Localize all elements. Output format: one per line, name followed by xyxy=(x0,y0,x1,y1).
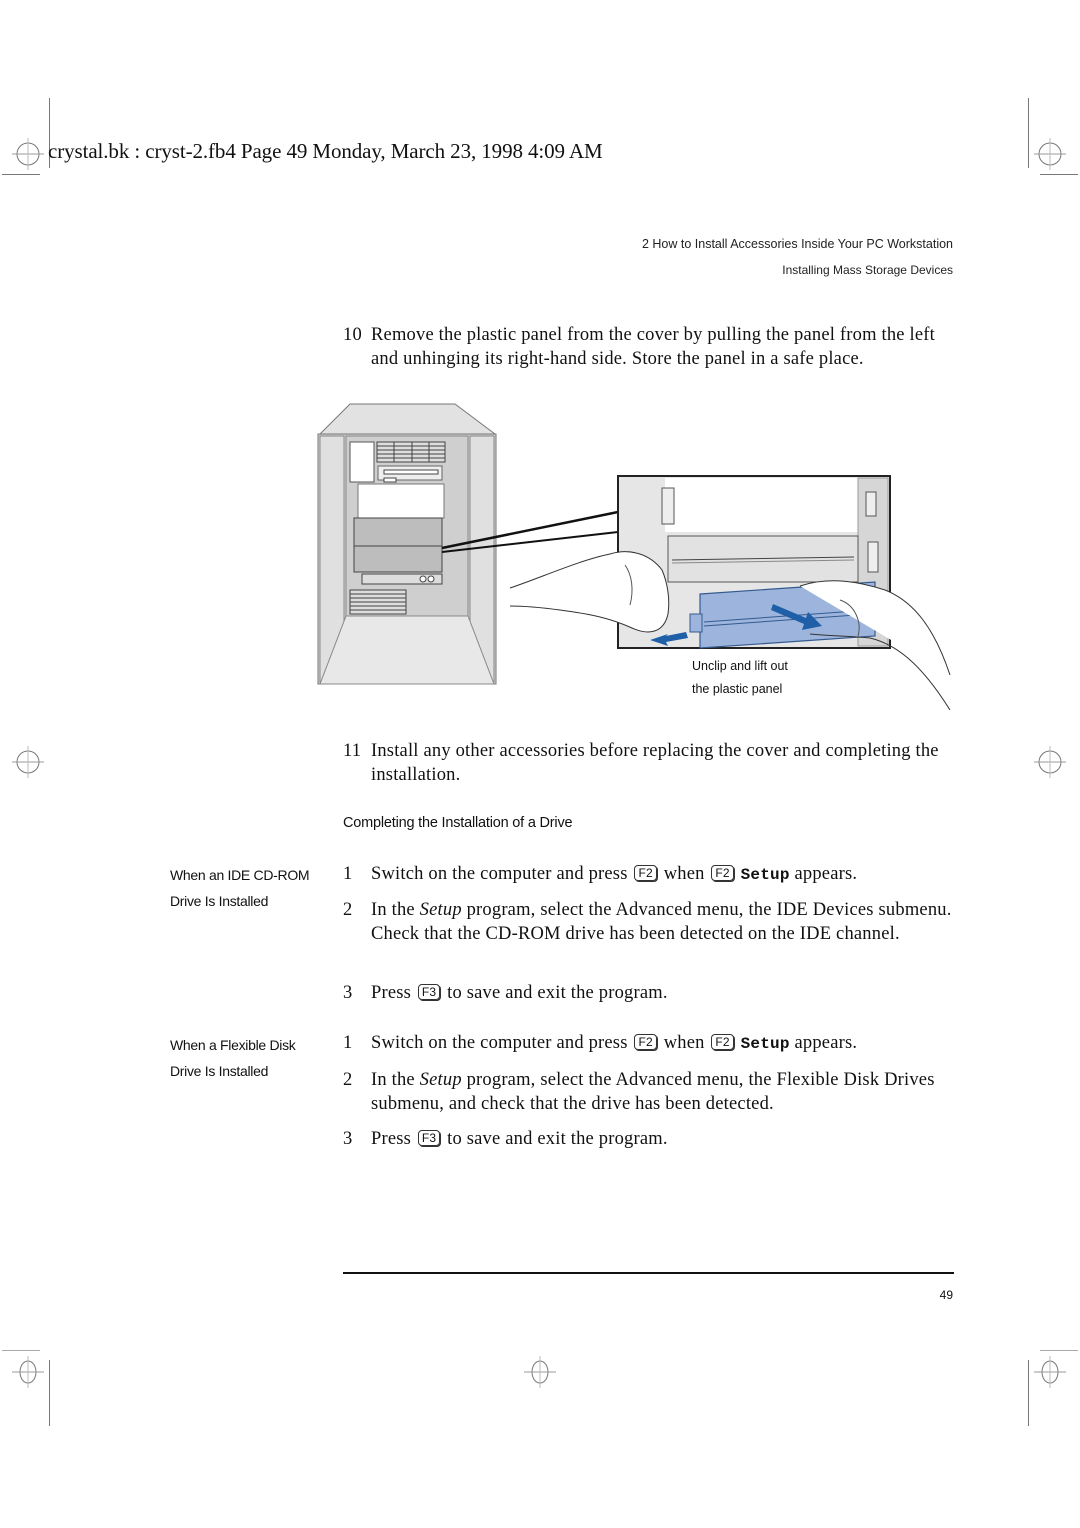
key-cap-f3: F3 xyxy=(417,1130,441,1146)
step-text: In the Setup program, select the Advance… xyxy=(371,899,958,946)
text-run: In the xyxy=(371,1070,415,1090)
step-number: 3 xyxy=(343,983,353,1003)
floppy-step-3: 3 Press F3 to save and exit the program. xyxy=(343,1128,958,1152)
crop-mark-top-right-horizontal xyxy=(1040,174,1078,175)
setup-label: Setup xyxy=(740,866,790,884)
text-run: when xyxy=(663,1033,705,1053)
text-run: appears. xyxy=(794,1033,858,1053)
step-number: 1 xyxy=(343,864,353,884)
setup-label: Setup xyxy=(740,1035,790,1053)
step-10: 10 Remove the plastic panel from the cov… xyxy=(343,324,958,371)
key-cap-f2: F2 xyxy=(634,1034,657,1050)
figure-remove-plastic-panel xyxy=(317,403,951,711)
page-number: 49 xyxy=(939,1288,953,1302)
key-cap-f2: F2 xyxy=(711,865,734,881)
step-number: 2 xyxy=(343,1070,353,1090)
crop-mark-bottom-left-horizontal xyxy=(2,1350,40,1351)
figure-caption-line1: Unclip and lift out xyxy=(692,659,788,673)
text-run: Switch on the computer and press xyxy=(371,1033,628,1053)
print-slug: crystal.bk : cryst-2.fb4 Page 49 Monday,… xyxy=(48,139,603,163)
key-cap-f2: F2 xyxy=(634,865,657,881)
side-heading-line: When an IDE CD-ROM xyxy=(170,867,310,883)
side-heading-cdrom: When an IDE CD-ROM Drive Is Installed xyxy=(170,862,330,914)
key-cap-f2: F2 xyxy=(711,1034,734,1050)
setup-italic: Setup xyxy=(419,900,462,920)
step-number: 2 xyxy=(343,900,353,920)
registration-mark-mid-right-icon xyxy=(1034,746,1066,778)
figure-caption-line2: the plastic panel xyxy=(692,682,783,696)
step-number: 11 xyxy=(343,741,362,761)
step-text: Switch on the computer and press F2 when… xyxy=(371,1032,958,1057)
side-heading-line: Drive Is Installed xyxy=(170,893,269,909)
text-run: Press xyxy=(371,983,412,1003)
text-run: Switch on the computer and press xyxy=(371,864,628,884)
step-number: 1 xyxy=(343,1033,353,1053)
crop-mark-bottom-right-horizontal xyxy=(1040,1350,1078,1351)
crop-mark-top-left-horizontal xyxy=(2,174,40,175)
step-text: Press F3 to save and exit the program. xyxy=(371,1128,958,1152)
crop-mark-bottom-left-vertical xyxy=(49,1360,50,1426)
step-number: 3 xyxy=(343,1129,353,1149)
registration-mark-bottom-left-icon xyxy=(12,1356,44,1388)
footer-rule xyxy=(343,1272,954,1274)
step-11: 11 Install any other accessories before … xyxy=(343,740,958,787)
side-heading-floppy: When a Flexible Disk Drive Is Installed xyxy=(170,1032,330,1084)
step-text: Install any other accessories before rep… xyxy=(371,741,939,785)
setup-italic: Setup xyxy=(419,1070,462,1090)
step-text: Press F3 to save and exit the program. xyxy=(371,982,958,1006)
cdrom-step-2: 2 In the Setup program, select the Advan… xyxy=(343,899,958,946)
step-text: In the Setup program, select the Advance… xyxy=(371,1069,958,1116)
text-run: appears. xyxy=(794,864,858,884)
text-run: to save and exit the program. xyxy=(447,983,668,1003)
computer-tower-illustration xyxy=(317,403,497,685)
text-run: to save and exit the program. xyxy=(447,1129,668,1149)
floppy-step-1: 1 Switch on the computer and press F2 wh… xyxy=(343,1032,958,1057)
registration-mark-top-left-icon xyxy=(12,138,44,170)
text-run: In the xyxy=(371,900,415,920)
text-run: when xyxy=(663,864,705,884)
registration-mark-mid-left-icon xyxy=(12,746,44,778)
crop-mark-top-right-vertical xyxy=(1028,98,1029,168)
crop-mark-bottom-right-vertical xyxy=(1028,1360,1029,1426)
registration-mark-top-right-icon xyxy=(1034,138,1066,170)
step-text: Remove the plastic panel from the cover … xyxy=(371,325,935,369)
registration-mark-bottom-center-icon xyxy=(524,1356,556,1388)
section-heading: Completing the Installation of a Drive xyxy=(343,815,573,831)
registration-mark-bottom-right-icon xyxy=(1034,1356,1066,1388)
side-heading-line: Drive Is Installed xyxy=(170,1063,269,1079)
key-cap-f3: F3 xyxy=(417,984,441,1000)
running-head-chapter: 2 How to Install Accessories Inside Your… xyxy=(641,237,953,251)
floppy-step-2: 2 In the Setup program, select the Advan… xyxy=(343,1069,958,1116)
running-head-section: Installing Mass Storage Devices xyxy=(782,263,953,277)
detail-zoom-illustration xyxy=(509,475,951,711)
text-run: Press xyxy=(371,1129,412,1149)
side-heading-line: When a Flexible Disk xyxy=(170,1037,296,1053)
cdrom-step-1: 1 Switch on the computer and press F2 wh… xyxy=(343,863,958,888)
step-text: Switch on the computer and press F2 when… xyxy=(371,863,958,888)
cdrom-step-3: 3 Press F3 to save and exit the program. xyxy=(343,982,958,1006)
step-number: 10 xyxy=(343,325,362,345)
